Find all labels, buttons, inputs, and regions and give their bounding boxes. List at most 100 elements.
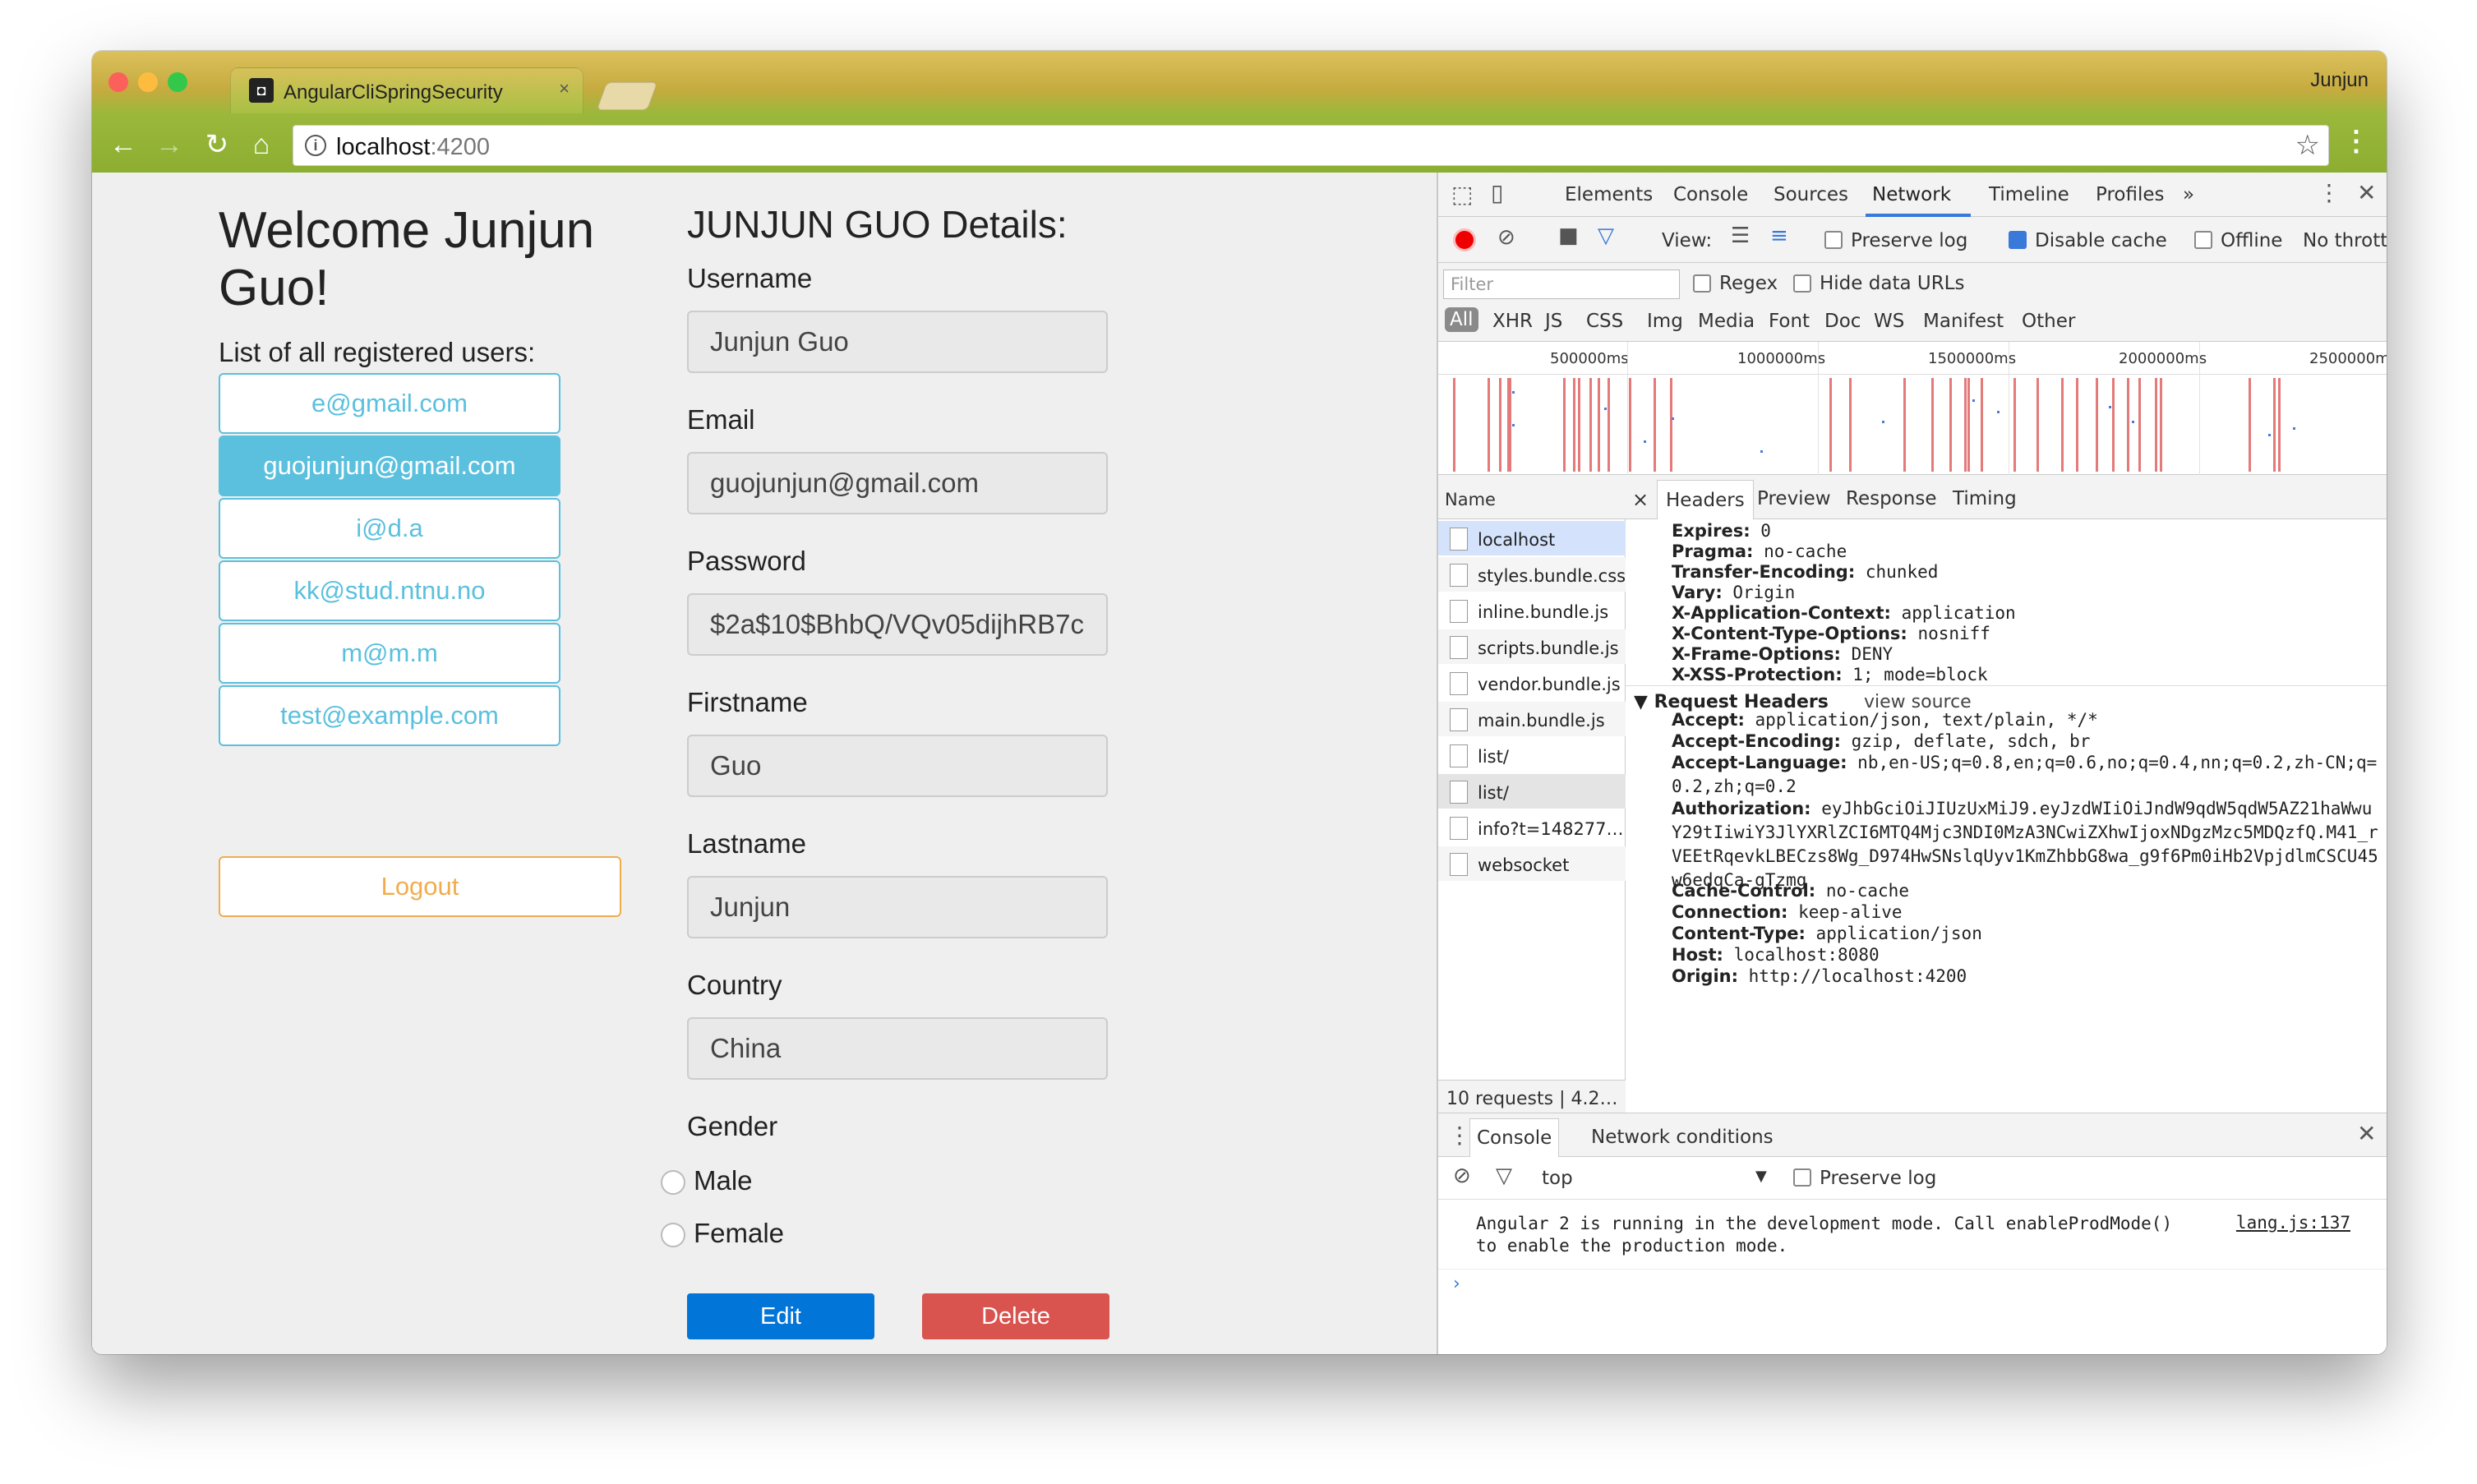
timeline-request-bar — [2278, 378, 2281, 472]
request-row[interactable]: websocket — [1438, 846, 1626, 881]
filter-input[interactable]: Filter — [1443, 270, 1680, 299]
regex-checkbox[interactable] — [1693, 274, 1711, 293]
name-column-header[interactable]: Name — [1438, 475, 1626, 519]
drawer-tab-network-conditions[interactable]: Network conditions — [1591, 1127, 1774, 1148]
request-row[interactable]: main.bundle.js — [1438, 702, 1626, 736]
tab-response[interactable]: Response — [1846, 488, 1936, 509]
waterfall-view-icon[interactable]: ≡ — [1770, 224, 1788, 248]
console-preserve-log-checkbox[interactable] — [1793, 1168, 1811, 1187]
disable-cache-checkbox[interactable] — [2009, 231, 2027, 249]
tab-console[interactable]: Console — [1673, 184, 1748, 205]
request-row[interactable]: inline.bundle.js — [1438, 593, 1626, 628]
tab-sources[interactable]: Sources — [1774, 184, 1848, 205]
info-icon[interactable]: i — [305, 135, 326, 156]
drawer-close-icon[interactable]: ✕ — [2357, 1120, 2376, 1147]
zoom-window-button[interactable] — [168, 72, 187, 92]
drawer-menu-icon[interactable]: ⋮ — [1448, 1122, 1471, 1149]
tab-profiles[interactable]: Profiles — [2096, 184, 2165, 205]
camera-capture-icon[interactable]: ■ — [1558, 224, 1579, 248]
console-source-link[interactable]: lang.js:137 — [2236, 1213, 2350, 1233]
console-context-select[interactable]: top — [1542, 1168, 1573, 1189]
lastname-input[interactable]: Junjun — [687, 876, 1108, 938]
clear-console-icon[interactable]: ⊘ — [1453, 1164, 1471, 1188]
forward-arrow-icon[interactable]: → — [151, 127, 187, 163]
device-toolbar-icon[interactable]: ▯ — [1491, 179, 1503, 206]
record-icon[interactable] — [1453, 228, 1476, 251]
console-filter-icon[interactable]: ▽ — [1496, 1164, 1512, 1188]
tab-network[interactable]: Network — [1872, 184, 1951, 205]
clear-icon[interactable]: ⊘ — [1497, 225, 1515, 250]
hide-data-urls-checkbox[interactable] — [1793, 274, 1811, 293]
country-input[interactable]: China — [687, 1017, 1108, 1080]
email-input[interactable]: guojunjun@gmail.com — [687, 452, 1108, 514]
type-manifest[interactable]: Manifest — [1923, 311, 2004, 332]
firstname-input[interactable]: Guo — [687, 735, 1108, 797]
inspect-element-icon[interactable]: ⬚ — [1451, 181, 1473, 208]
close-details-icon[interactable]: × — [1632, 488, 1649, 511]
password-input[interactable]: $2a$10$BhbQ/VQv05dijhRB7c — [687, 593, 1108, 656]
tab-timeline[interactable]: Timeline — [1989, 184, 2069, 205]
home-icon[interactable]: ⌂ — [243, 127, 279, 163]
timeline-request-bar — [1589, 378, 1592, 472]
type-font[interactable]: Font — [1769, 311, 1810, 332]
close-window-button[interactable] — [108, 72, 128, 92]
request-row[interactable]: scripts.bundle.js — [1438, 629, 1626, 664]
user-list-item[interactable]: e@gmail.com — [219, 373, 560, 434]
request-row[interactable]: list/ — [1438, 738, 1626, 772]
delete-button[interactable]: Delete — [922, 1293, 1109, 1339]
type-other[interactable]: Other — [2022, 311, 2075, 332]
female-radio[interactable] — [661, 1223, 685, 1247]
type-css[interactable]: CSS — [1586, 311, 1623, 332]
request-row[interactable]: info?t=148277… — [1438, 810, 1626, 845]
offline-checkbox[interactable] — [2194, 231, 2212, 249]
timeline-request-bar — [2155, 378, 2157, 472]
list-view-icon[interactable]: ☰ — [1731, 224, 1750, 248]
browser-menu-icon[interactable]: ⋮ — [2342, 125, 2370, 158]
request-row[interactable]: styles.bundle.css — [1438, 557, 1626, 592]
console-prompt[interactable]: › — [1453, 1274, 1460, 1294]
user-list-item[interactable]: i@d.a — [219, 498, 560, 559]
filter-row: Filter Regex Hide data URLs — [1438, 263, 2387, 302]
user-list-item[interactable]: test@example.com — [219, 685, 560, 746]
tab-close-icon[interactable]: × — [559, 78, 570, 99]
throttling-select[interactable]: No throttling — [2303, 230, 2387, 251]
request-row[interactable]: vendor.bundle.js — [1438, 666, 1626, 700]
timeline-request-bar — [1598, 378, 1600, 472]
male-radio[interactable] — [661, 1170, 685, 1195]
chevron-down-icon[interactable]: ▼ — [1755, 1168, 1767, 1185]
address-bar[interactable]: i localhost:4200 ☆ — [293, 125, 2329, 166]
request-row[interactable]: localhost — [1438, 521, 1626, 555]
tab-preview[interactable]: Preview — [1757, 488, 1831, 509]
user-list-item[interactable]: m@m.m — [219, 623, 560, 684]
type-all[interactable]: All — [1445, 307, 1478, 332]
user-list-item[interactable]: guojunjun@gmail.com — [219, 436, 560, 496]
edit-button[interactable]: Edit — [687, 1293, 874, 1339]
user-list-item[interactable]: kk@stud.ntnu.no — [219, 560, 560, 621]
devtools-close-icon[interactable]: ✕ — [2357, 179, 2376, 206]
tab-elements[interactable]: Elements — [1565, 184, 1653, 205]
new-tab-button[interactable] — [596, 82, 658, 110]
type-xhr[interactable]: XHR — [1492, 311, 1533, 332]
preserve-log-checkbox[interactable] — [1824, 231, 1843, 249]
username-input[interactable]: Junjun Guo — [687, 311, 1108, 373]
type-doc[interactable]: Doc — [1824, 311, 1861, 332]
logout-button[interactable]: Logout — [219, 856, 621, 917]
back-arrow-icon[interactable]: ← — [105, 127, 141, 163]
tab-headers[interactable]: Headers — [1657, 480, 1754, 519]
more-tabs-icon[interactable]: » — [2183, 184, 2194, 205]
reload-icon[interactable]: ↻ — [199, 127, 235, 163]
request-row[interactable]: list/ — [1438, 774, 1626, 809]
type-img[interactable]: Img — [1647, 311, 1683, 332]
browser-tab[interactable]: ◘ AngularCliSpringSecurity × — [230, 67, 584, 113]
bookmark-star-icon[interactable]: ☆ — [2295, 129, 2320, 162]
type-media[interactable]: Media — [1698, 311, 1755, 332]
devtools-menu-icon[interactable]: ⋮ — [2318, 179, 2341, 206]
type-js[interactable]: JS — [1545, 311, 1562, 332]
drawer-tab-console[interactable]: Console — [1469, 1118, 1560, 1158]
minimize-window-button[interactable] — [138, 72, 158, 92]
network-overview-timeline[interactable]: 500000ms 1000000ms 1500000ms 2000000ms 2… — [1438, 342, 2387, 475]
tab-timing[interactable]: Timing — [1953, 488, 2017, 509]
type-ws[interactable]: WS — [1874, 311, 1904, 332]
profile-name[interactable]: Junjun — [2310, 69, 2369, 92]
filter-icon[interactable]: ▽ — [1598, 224, 1614, 248]
